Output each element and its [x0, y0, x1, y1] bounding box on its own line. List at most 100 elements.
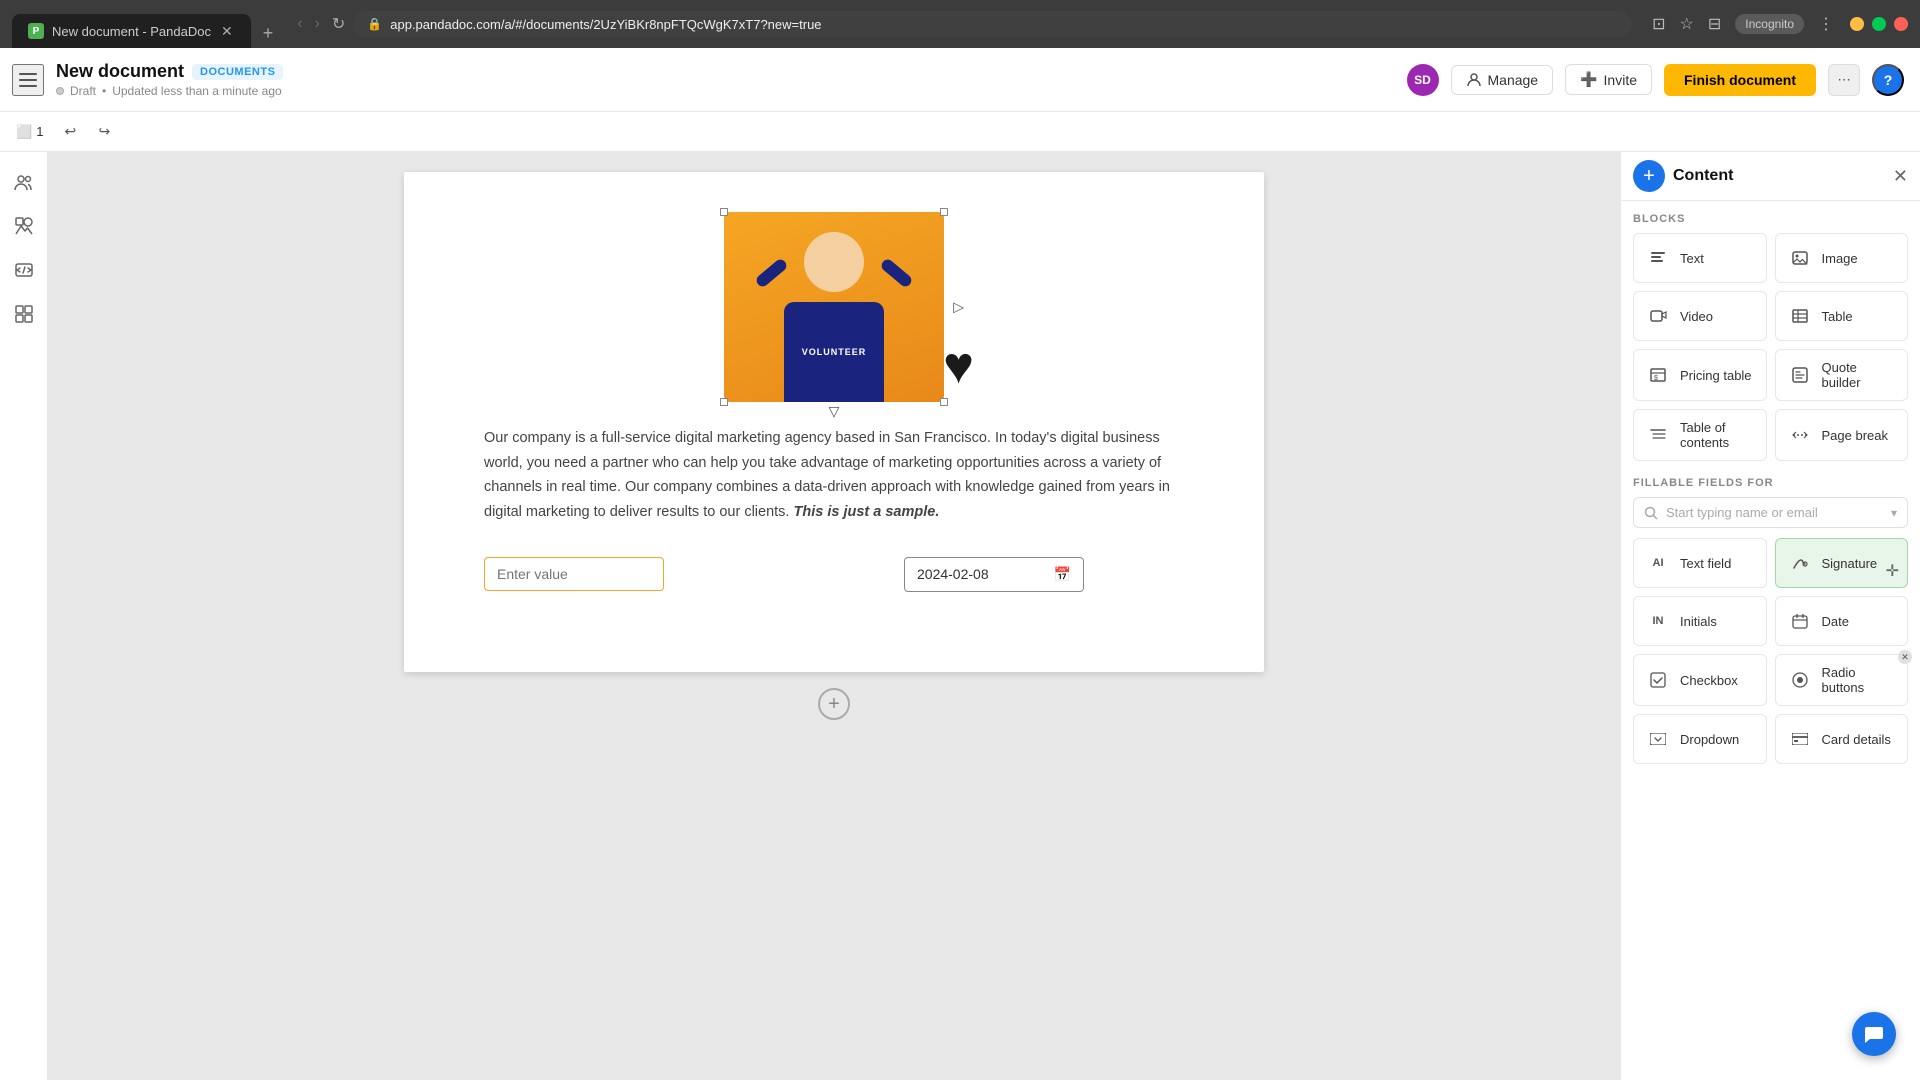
- right-panel: + Content ✕ BLOCKS Text: [1620, 152, 1920, 1080]
- active-tab[interactable]: P New document - PandaDoc ✕: [12, 14, 251, 48]
- new-tab-button[interactable]: +: [255, 19, 282, 48]
- block-quote-builder[interactable]: Quote builder: [1775, 349, 1909, 401]
- block-table-of-contents[interactable]: Table of contents: [1633, 409, 1767, 461]
- user-avatar: SD: [1407, 64, 1439, 96]
- handle-tl[interactable]: [720, 208, 728, 216]
- sidebar-icon-grid[interactable]: [6, 296, 42, 332]
- block-video[interactable]: Video: [1633, 291, 1767, 341]
- incognito-badge: Incognito: [1735, 14, 1804, 34]
- date-field[interactable]: 2024-02-08 📅: [904, 557, 1084, 592]
- undo-button[interactable]: ↩: [55, 118, 85, 146]
- panel-top-row: + Content ✕: [1621, 152, 1920, 201]
- toolbar: ⬜ 1 ↩ ↪: [0, 112, 1920, 152]
- block-toc-label: Table of contents: [1680, 420, 1756, 450]
- browser-chrome: P New document - PandaDoc ✕ + ‹ › ↻ 🔒 ap…: [0, 0, 1920, 48]
- minimize-button[interactable]: [1850, 17, 1864, 31]
- checkbox-field-label: Checkbox: [1680, 673, 1738, 688]
- block-table[interactable]: Table: [1775, 291, 1909, 341]
- more-options-button[interactable]: ⋯: [1828, 64, 1860, 96]
- cast-icon[interactable]: ⊡: [1652, 14, 1665, 34]
- block-image-label: Image: [1822, 251, 1858, 266]
- calendar-icon: 📅: [1054, 566, 1071, 583]
- address-text: app.pandadoc.com/a/#/documents/2UzYiBKr8…: [390, 17, 1618, 32]
- fillable-search-container: ▾: [1633, 497, 1908, 528]
- image-container[interactable]: VOLUNTEER ♥ ▷ ▽: [724, 212, 944, 402]
- add-block-button[interactable]: +: [818, 688, 850, 720]
- panel-title: Content: [1673, 167, 1885, 185]
- block-table-label: Table: [1822, 309, 1853, 324]
- address-bar[interactable]: 🔒 app.pandadoc.com/a/#/documents/2UzYiBK…: [353, 11, 1632, 38]
- field-initials[interactable]: IN Initials: [1633, 596, 1767, 646]
- split-screen-icon[interactable]: ⊟: [1708, 14, 1721, 34]
- sidebar-icon-code[interactable]: [6, 252, 42, 288]
- close-badge[interactable]: ✕: [1898, 650, 1912, 664]
- resize-right[interactable]: ▷: [953, 299, 964, 316]
- block-text[interactable]: Text: [1633, 233, 1767, 283]
- tab-close-btn[interactable]: ✕: [219, 21, 235, 42]
- fillable-search-input[interactable]: [1666, 505, 1883, 520]
- image-block-icon: [1786, 244, 1814, 272]
- fillable-fields-grid: AI Text field Signature ✛: [1633, 538, 1908, 764]
- handle-bl[interactable]: [720, 398, 728, 406]
- browser-tabs: P New document - PandaDoc ✕ +: [12, 0, 281, 48]
- chat-widget-button[interactable]: [1852, 1012, 1896, 1056]
- signature-field-label: Signature: [1822, 556, 1878, 571]
- maximize-button[interactable]: [1872, 17, 1886, 31]
- video-block-icon: [1644, 302, 1672, 330]
- doc-title: New document DOCUMENTS: [56, 61, 283, 82]
- doc-badge: DOCUMENTS: [192, 64, 283, 80]
- header-actions: SD Manage ➕ Invite Finish document ⋯ ?: [1407, 64, 1905, 96]
- panel-body: BLOCKS Text Image: [1621, 201, 1920, 1080]
- window-controls: [1850, 17, 1908, 31]
- browser-controls: ‹ › ↻: [297, 14, 345, 34]
- browser-actions: ⊡ ☆ ⊟ Incognito ⋮: [1652, 14, 1834, 34]
- field-card-details[interactable]: Card details: [1775, 714, 1909, 764]
- extensions-icon[interactable]: ⋮: [1818, 14, 1834, 34]
- block-pricing-table-label: Pricing table: [1680, 368, 1752, 383]
- main-area: VOLUNTEER ♥ ▷ ▽: [0, 152, 1920, 1080]
- block-image[interactable]: Image: [1775, 233, 1909, 283]
- block-quote-builder-label: Quote builder: [1822, 360, 1898, 390]
- page-break-block-icon: [1786, 421, 1814, 449]
- enter-value-input[interactable]: [484, 557, 664, 591]
- app: New document DOCUMENTS Draft • Updated l…: [0, 48, 1920, 1080]
- chat-icon: [1863, 1023, 1885, 1045]
- quote-builder-block-icon: [1786, 361, 1814, 389]
- add-content-button[interactable]: +: [1633, 160, 1665, 192]
- invite-button[interactable]: ➕ Invite: [1565, 64, 1652, 95]
- page-count: ⬜ 1: [16, 124, 43, 140]
- checkbox-field-icon: [1644, 666, 1672, 694]
- back-button[interactable]: ‹: [297, 15, 302, 33]
- star-icon[interactable]: ☆: [1680, 14, 1694, 34]
- block-page-break[interactable]: Page break: [1775, 409, 1909, 461]
- field-checkbox[interactable]: Checkbox: [1633, 654, 1767, 706]
- close-window-button[interactable]: [1894, 17, 1908, 31]
- handle-tr[interactable]: [940, 208, 948, 216]
- dropdown-field-label: Dropdown: [1680, 732, 1739, 747]
- field-date[interactable]: Date: [1775, 596, 1909, 646]
- block-pricing-table[interactable]: $ Pricing table: [1633, 349, 1767, 401]
- sidebar-icon-users[interactable]: [6, 164, 42, 200]
- fillable-fields-section: FILLABLE FIELDS FOR ▾ AI Text field: [1633, 477, 1908, 764]
- redo-button[interactable]: ↪: [89, 118, 119, 146]
- field-text-field[interactable]: AI Text field: [1633, 538, 1767, 588]
- forward-button[interactable]: ›: [315, 15, 320, 33]
- sidebar-toggle-button[interactable]: [12, 64, 44, 96]
- toc-block-icon: [1644, 421, 1672, 449]
- tab-title: New document - PandaDoc: [52, 24, 211, 39]
- resize-bottom[interactable]: ▽: [829, 403, 840, 420]
- field-signature[interactable]: Signature ✛: [1775, 538, 1909, 588]
- help-button[interactable]: ?: [1872, 64, 1904, 96]
- status-dot: [56, 87, 64, 95]
- sidebar-icon-shapes[interactable]: [6, 208, 42, 244]
- field-radio-buttons[interactable]: Radio buttons ✕: [1775, 654, 1909, 706]
- finish-document-button[interactable]: Finish document: [1664, 64, 1816, 96]
- handle-br[interactable]: [940, 398, 948, 406]
- panel-close-button[interactable]: ✕: [1893, 166, 1908, 187]
- card-details-field-icon: [1786, 725, 1814, 753]
- field-dropdown[interactable]: Dropdown: [1633, 714, 1767, 764]
- reload-button[interactable]: ↻: [332, 14, 345, 34]
- chevron-down-icon: ▾: [1891, 506, 1897, 520]
- pricing-table-block-icon: $: [1644, 361, 1672, 389]
- manage-button[interactable]: Manage: [1451, 65, 1554, 95]
